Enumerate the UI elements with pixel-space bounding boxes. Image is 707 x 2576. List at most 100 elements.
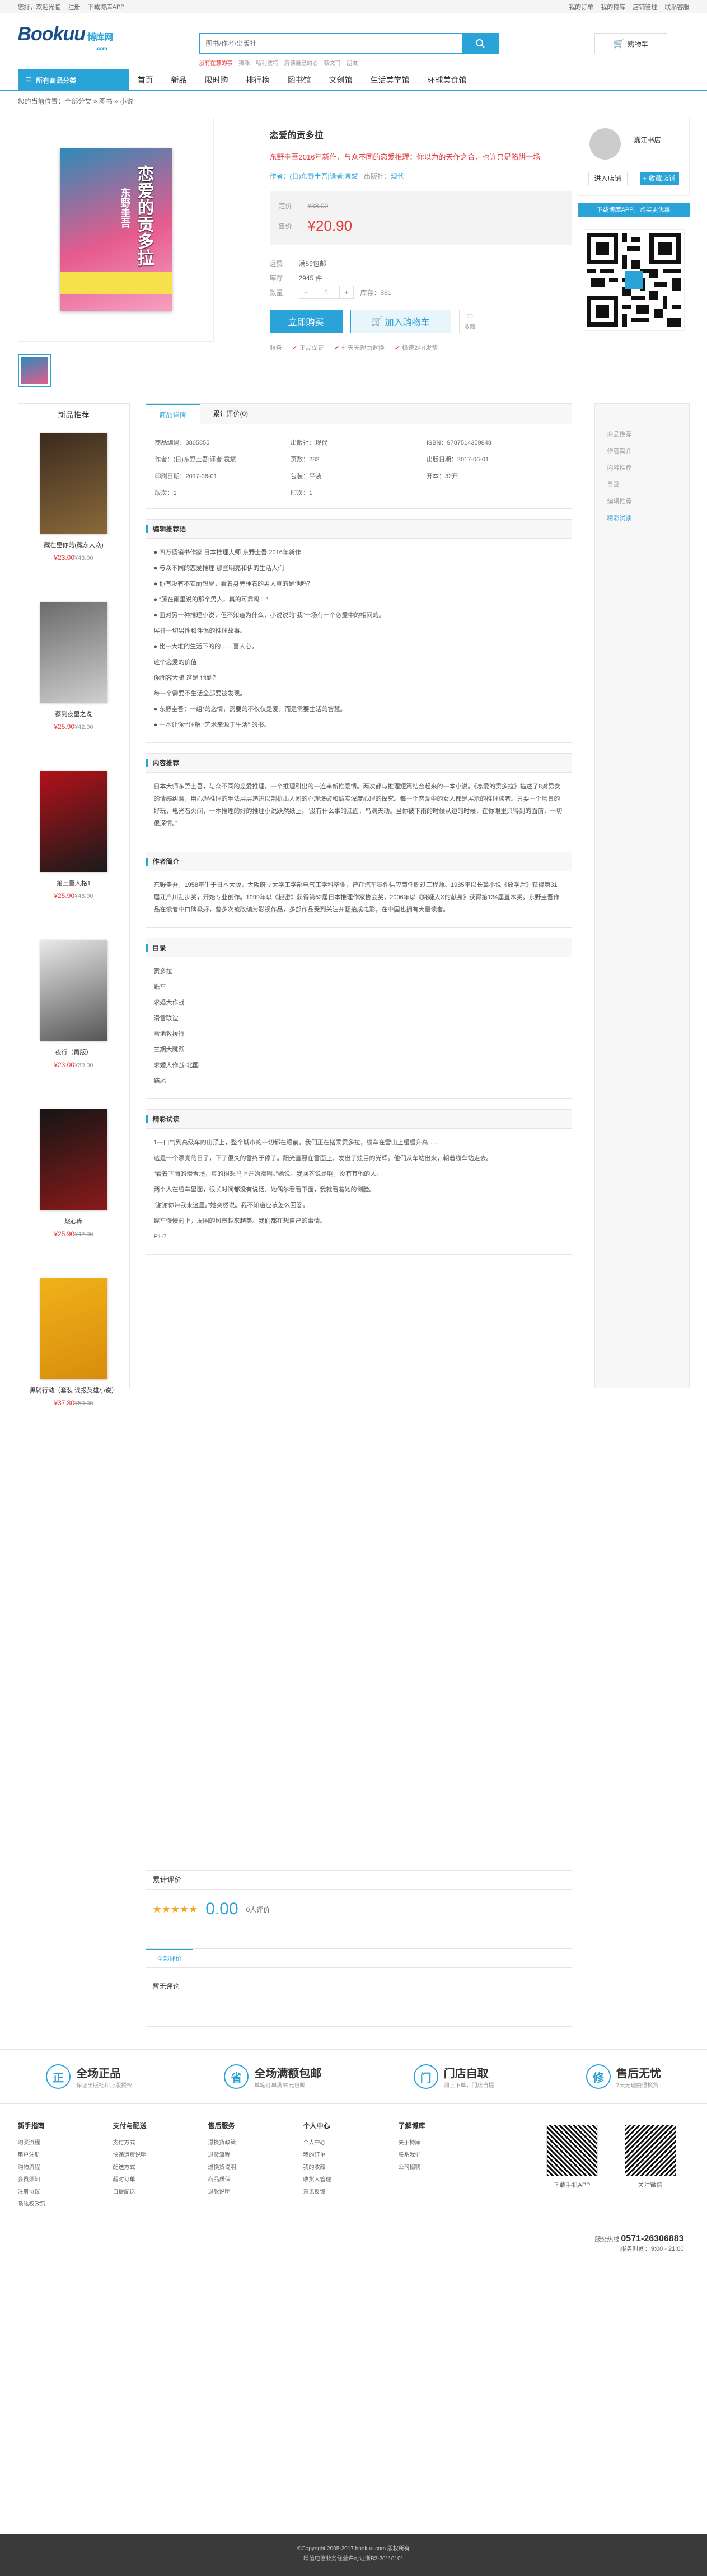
- my-account-link[interactable]: 我的博库: [601, 4, 625, 11]
- recommended-book[interactable]: 蔡到夜里之说 ¥25.90¥42.00: [18, 595, 129, 764]
- nav-item-life[interactable]: 生活美学馆: [362, 74, 419, 86]
- recommended-book[interactable]: 藏在里你的(藏东大众) ¥23.00¥43.00: [18, 426, 129, 595]
- hot-word[interactable]: 解读自己的心: [284, 60, 318, 67]
- author-line[interactable]: 作者：(日)东野圭吾|译者:袁斌: [270, 172, 358, 180]
- footer-link[interactable]: 注册协议: [18, 2186, 85, 2199]
- tab-all-reviews[interactable]: 全部评价: [146, 1949, 193, 1967]
- footer-link[interactable]: 快递运费说明: [113, 2149, 180, 2162]
- book-name[interactable]: 烧心库: [18, 1217, 129, 1226]
- nav-item-new[interactable]: 新品: [162, 74, 196, 86]
- service-item: ✔ 正品保证: [292, 343, 324, 352]
- tab-reviews[interactable]: 累计评价(0): [200, 404, 262, 424]
- nav-item-books[interactable]: 图书馆: [279, 74, 320, 86]
- recommended-book[interactable]: 夜行（再版） ¥23.00¥39.00: [18, 933, 129, 1102]
- search-button[interactable]: [462, 34, 498, 53]
- review-summary: 累计评价 ★★★★★ 0.00 0人评价: [145, 1870, 572, 1937]
- qty-input[interactable]: 1: [313, 286, 339, 299]
- footer-link[interactable]: 支付方式: [113, 2137, 180, 2149]
- footer-link[interactable]: 超时订单: [113, 2174, 180, 2186]
- section-line: “看着下面的滑雪场，真的很想马上开始滑啊。”她说。我回答说是啊，没有其他的人。: [153, 1171, 383, 1177]
- footer-link[interactable]: 退换货说明: [208, 2162, 275, 2174]
- download-app-banner[interactable]: 下载博库APP，购买更优惠: [577, 203, 690, 217]
- qty-limit: 库存：881: [360, 288, 392, 297]
- section-line: ● 东野圭吾：一组*的恋情，需要的不仅仅是爱，而是需要生活的智慧。: [153, 706, 347, 713]
- nav-item-rank[interactable]: 排行榜: [237, 74, 279, 86]
- all-categories-button[interactable]: ☰ 所有商品分类: [17, 69, 129, 91]
- recommended-book[interactable]: 烧心库 ¥25.90¥42.00: [18, 1102, 129, 1271]
- nav-item-flash[interactable]: 限时购: [196, 74, 237, 86]
- anchor-nav-item[interactable]: 作者简介: [607, 443, 689, 460]
- hot-word[interactable]: 蔡文甫: [324, 60, 341, 67]
- publisher-link[interactable]: 现代: [391, 172, 404, 180]
- search-input[interactable]: [200, 34, 462, 53]
- anchor-nav-item[interactable]: 内容推荐: [607, 460, 689, 476]
- section-line: ● 你有没有不安而想醒，看着身旁睡着的男人真的是他吗？: [153, 581, 313, 587]
- main-nav: ☰ 所有商品分类 首页 新品 限时购 排行榜 图书馆 文创馆 生活美学馆 环球美食…: [0, 69, 707, 91]
- book-sale-price: ¥23.00: [54, 1061, 75, 1069]
- footer-link[interactable]: 用户注册: [18, 2149, 85, 2162]
- anchor-nav-item[interactable]: 精彩试读: [607, 510, 689, 527]
- footer-link[interactable]: 公司招聘: [399, 2162, 466, 2174]
- section-line: 纸车: [153, 984, 166, 990]
- footer-link[interactable]: 隐私权政策: [18, 2199, 85, 2211]
- shop-name[interactable]: 嘉江书店: [634, 135, 661, 144]
- footer-link[interactable]: 商品质保: [208, 2174, 275, 2186]
- recommended-book[interactable]: 黑骑行动（套装 谍报英雄小说） ¥37.80¥59.00: [18, 1271, 129, 1441]
- follow-shop-button[interactable]: + 收藏店铺: [639, 172, 679, 185]
- section-line: 求婚大作战·北国: [153, 1062, 199, 1069]
- download-app-link[interactable]: 下载博库APP: [88, 4, 125, 11]
- footer-link[interactable]: 意见反馈: [303, 2186, 371, 2199]
- anchor-nav-item[interactable]: 目录: [607, 476, 689, 493]
- nav-item-food[interactable]: 环球美食馆: [419, 74, 476, 86]
- enter-shop-button[interactable]: 进入店铺: [588, 172, 628, 185]
- shop-manage-link[interactable]: 店铺管理: [633, 4, 657, 11]
- qty-minus-button[interactable]: −: [298, 286, 313, 299]
- book-name[interactable]: 藏在里你的(藏东大众): [18, 540, 129, 549]
- footer-link[interactable]: 自提配送: [113, 2186, 180, 2199]
- qty-plus-button[interactable]: +: [339, 286, 354, 299]
- footer-link[interactable]: 收货人管理: [303, 2174, 371, 2186]
- footer-link[interactable]: 我的收藏: [303, 2162, 371, 2174]
- footer-link[interactable]: 我的订单: [303, 2149, 371, 2162]
- feature-sub: 保证出版社和正版授权: [76, 2083, 133, 2089]
- footer-link[interactable]: 购买流程: [18, 2137, 85, 2149]
- nav-item-home[interactable]: 首页: [129, 74, 162, 86]
- footer-link[interactable]: 退货流程: [208, 2149, 275, 2162]
- feature-text: 全场满额包邮 单笔订单满59元包邮: [254, 2064, 321, 2089]
- footer-link[interactable]: 会员须知: [18, 2174, 85, 2186]
- anchor-nav-item[interactable]: 编辑推荐: [607, 493, 689, 510]
- hot-word[interactable]: 哈利波特: [256, 60, 278, 67]
- footer-link[interactable]: 购物流程: [18, 2162, 85, 2174]
- cart-icon: 🛒: [613, 39, 625, 49]
- footer-link[interactable]: 退换货政策: [208, 2137, 275, 2149]
- product-thumbnail[interactable]: [17, 354, 51, 387]
- hotline: 服务热线 0571-26306883 服务时间：9:00 - 21:00: [594, 2234, 683, 2253]
- cart-button[interactable]: 🛒 购物车: [594, 33, 667, 54]
- footer-link[interactable]: 联系我们: [399, 2149, 466, 2162]
- register-link[interactable]: 注册: [68, 4, 81, 11]
- footer-link[interactable]: 关于博库: [399, 2137, 466, 2149]
- book-name[interactable]: 黑骑行动（套装 谍报英雄小说）: [18, 1386, 129, 1395]
- tab-details[interactable]: 商品详情: [146, 404, 200, 424]
- footer-link[interactable]: 个人中心: [303, 2137, 371, 2149]
- nav-item-creative[interactable]: 文创馆: [320, 74, 362, 86]
- buy-now-button[interactable]: 立即购买: [269, 310, 343, 333]
- anchor-nav-item[interactable]: 商品推荐: [607, 426, 689, 443]
- book-name[interactable]: 蔡到夜里之说: [18, 709, 129, 718]
- add-to-cart-button[interactable]: 🛒 加入购物车: [350, 310, 451, 333]
- favorite-button[interactable]: ♡ 收藏: [458, 310, 481, 333]
- my-orders-link[interactable]: 我的订单: [569, 4, 593, 11]
- copyright-text: ©Copyright 2005-2017 bookuu.com 版权所有: [297, 2546, 410, 2552]
- contact-service-link[interactable]: 联系客服: [665, 4, 690, 11]
- hot-word[interactable]: 没有在意的事: [199, 60, 233, 67]
- footer-link[interactable]: 退款说明: [208, 2186, 275, 2199]
- hot-word[interactable]: 猫咪: [238, 60, 250, 67]
- recommended-book[interactable]: 第三重人格1 ¥25.90¥48.00: [18, 764, 129, 933]
- book-name[interactable]: 第三重人格1: [18, 878, 129, 887]
- hot-word[interactable]: 朋友: [347, 60, 358, 67]
- spec-item: ISBN：9787514359848: [426, 440, 492, 446]
- book-name[interactable]: 夜行（再版）: [18, 1048, 129, 1056]
- site-logo[interactable]: Bookuu 博库网 .com: [18, 24, 114, 52]
- product-main-image[interactable]: 恋爱的贡多拉 东野圭吾: [17, 118, 214, 342]
- footer-link[interactable]: 配送方式: [113, 2162, 180, 2174]
